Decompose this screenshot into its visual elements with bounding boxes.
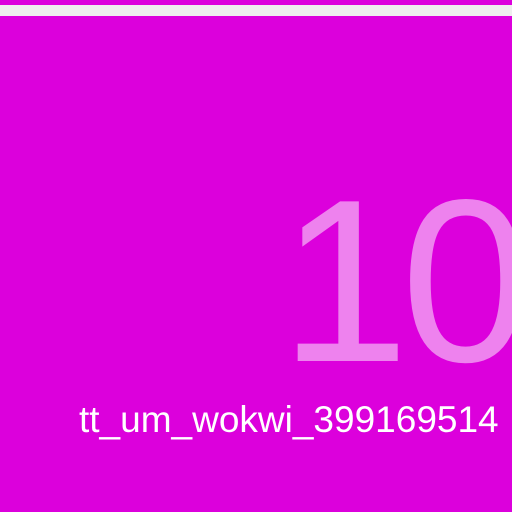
tile-label: tt_um_wokwi_399169514	[79, 399, 499, 440]
tile-number: 10	[280, 152, 512, 411]
project-tile[interactable]: 10 tt_um_wokwi_399169514	[2, 16, 512, 512]
top-bar	[0, 5, 512, 16]
top-edge	[0, 0, 512, 16]
